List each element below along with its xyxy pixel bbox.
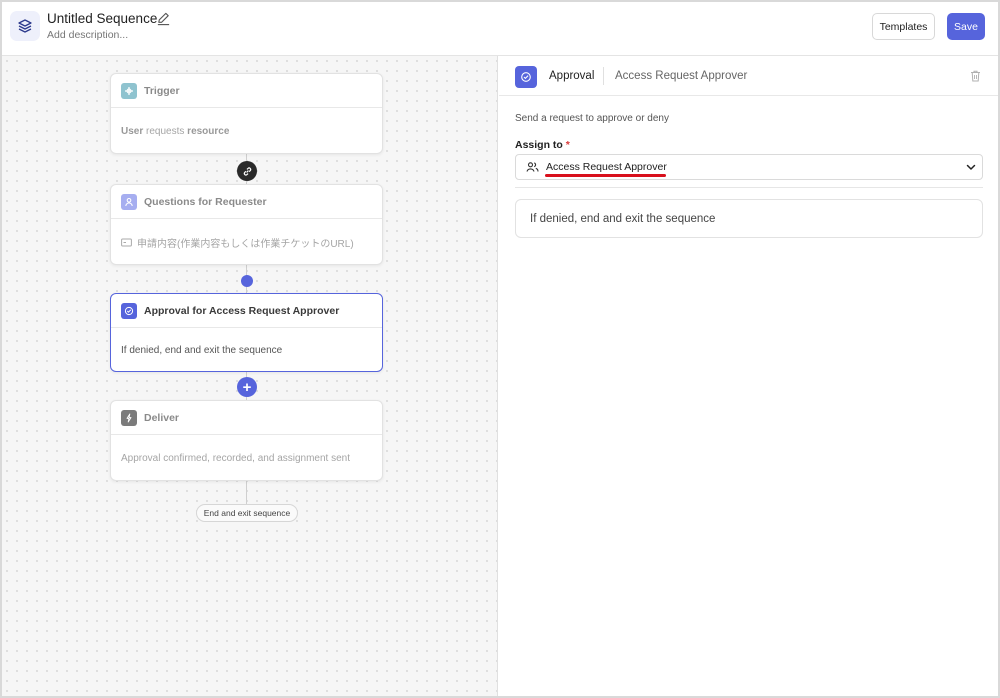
connector-dot[interactable] — [241, 275, 253, 287]
approval-check-icon — [121, 302, 137, 319]
node-body: If denied, end and exit the sequence — [111, 328, 382, 372]
node-header: Deliver — [111, 401, 382, 435]
node-header: Questions for Requester — [111, 185, 382, 219]
panel-step-type: Approval — [549, 70, 595, 82]
connector-line — [246, 480, 247, 505]
app-window: Untitled Sequence Add description... Tem… — [0, 0, 1000, 698]
top-header: Untitled Sequence Add description... Tem… — [2, 2, 998, 56]
trigger-node[interactable]: Trigger User requests resource — [110, 73, 383, 154]
trigger-icon — [121, 82, 137, 99]
questions-node[interactable]: Questions for Requester 申請内容(作業内容もしくは作業チ… — [110, 184, 383, 265]
node-title: Deliver — [144, 411, 180, 424]
node-title: Approval for Access Request Approver — [144, 304, 340, 317]
node-body: 申請内容(作業内容もしくは作業チケットのURL) — [111, 219, 382, 265]
input-field-icon — [121, 238, 132, 247]
node-title: Trigger — [144, 84, 180, 97]
node-body: User requests resource — [111, 108, 382, 154]
lightning-icon — [121, 409, 137, 426]
deliver-node[interactable]: Deliver Approval confirmed, recorded, an… — [110, 400, 383, 481]
chevron-down-icon[interactable] — [964, 160, 978, 174]
assign-to-label-text: Assign to — [515, 139, 563, 151]
trash-icon[interactable] — [968, 69, 982, 83]
end-sequence-badge: End and exit sequence — [196, 504, 298, 522]
node-body-text: 申請内容(作業内容もしくは作業チケットのURL) — [137, 238, 354, 250]
plus-icon: + — [242, 378, 252, 396]
assign-to-select[interactable]: Access Request Approver — [515, 154, 983, 180]
node-title: Questions for Requester — [144, 195, 267, 208]
node-header: Approval for Access Request Approver — [111, 294, 382, 328]
layers-icon[interactable] — [10, 11, 40, 41]
node-body-text: Approval confirmed, recorded, and assign… — [121, 452, 351, 464]
node-body-text: If denied, end and exit the sequence — [121, 344, 283, 356]
approval-node[interactable]: Approval for Access Request Approver If … — [110, 293, 383, 372]
save-button[interactable]: Save — [947, 13, 985, 40]
sequence-title[interactable]: Untitled Sequence — [47, 11, 157, 26]
node-body-object: resource — [187, 125, 230, 137]
node-body-subject: User — [121, 125, 144, 137]
approval-check-icon — [515, 66, 537, 88]
divider — [515, 187, 983, 188]
node-body: Approval confirmed, recorded, and assign… — [111, 435, 382, 481]
panel-step-name: Access Request Approver — [615, 70, 748, 82]
deny-behavior-option[interactable]: If denied, end and exit the sequence — [515, 199, 983, 238]
node-header: Trigger — [111, 74, 382, 108]
node-body-verb: requests — [143, 125, 188, 137]
annotation-underline — [545, 174, 666, 177]
link-icon[interactable] — [237, 161, 257, 181]
assign-to-value: Access Request Approver — [546, 161, 667, 173]
person-icon — [121, 193, 137, 210]
edit-pencil-icon[interactable] — [155, 10, 171, 26]
templates-button[interactable]: Templates — [872, 13, 935, 40]
assign-to-label: Assign to * — [515, 139, 570, 151]
required-asterisk: * — [565, 139, 570, 151]
panel-header: Approval Access Request Approver — [499, 56, 998, 96]
panel-description: Send a request to approve or deny — [515, 113, 669, 124]
people-icon — [525, 160, 539, 174]
add-step-button[interactable]: + — [237, 377, 257, 397]
divider — [603, 67, 604, 85]
sequence-canvas[interactable]: Trigger User requests resource Questions… — [2, 56, 498, 696]
description-field[interactable]: Add description... — [47, 29, 128, 41]
step-detail-panel: Approval Access Request Approver Send a … — [499, 56, 998, 696]
